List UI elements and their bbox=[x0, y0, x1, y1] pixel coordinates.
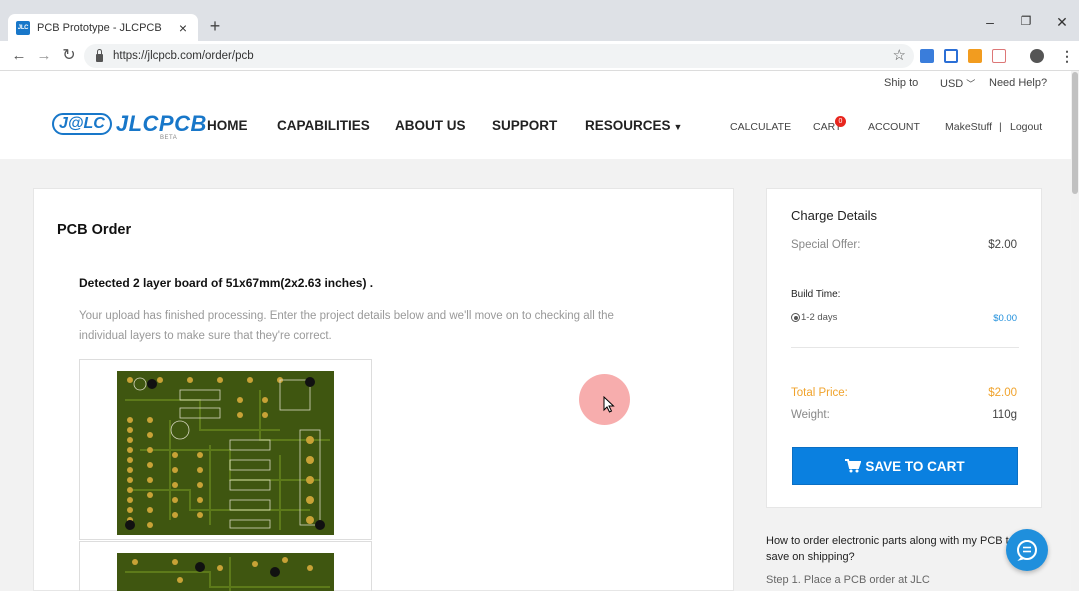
nav-support[interactable]: SUPPORT bbox=[492, 118, 557, 133]
special-offer-value: $2.00 bbox=[988, 239, 1017, 251]
account-link[interactable]: ACCOUNT bbox=[868, 121, 920, 133]
pcb-top-image bbox=[117, 371, 334, 535]
restore-icon[interactable]: ❐ bbox=[1016, 14, 1036, 28]
extension-tag-icon[interactable] bbox=[992, 49, 1006, 63]
charge-details-title: Charge Details bbox=[791, 208, 877, 223]
reload-icon[interactable]: ↻ bbox=[61, 47, 77, 65]
username-link[interactable]: MakeStuff bbox=[945, 121, 992, 133]
star-icon[interactable]: ☆ bbox=[893, 46, 906, 64]
pcb-top-preview bbox=[79, 359, 372, 540]
nav-about-us[interactable]: ABOUT US bbox=[395, 118, 466, 133]
weight-value: 110g bbox=[992, 409, 1017, 421]
upload-status-message: Your upload has finished processing. Ent… bbox=[79, 310, 614, 342]
logo-beta: BETA bbox=[160, 135, 178, 141]
build-time-radio[interactable] bbox=[791, 313, 800, 322]
page-title: PCB Order bbox=[57, 222, 132, 238]
back-arrow-icon[interactable]: ← bbox=[11, 47, 27, 65]
cart-count-badge: 0 bbox=[835, 116, 846, 127]
special-offer-label: Special Offer: bbox=[791, 239, 861, 251]
browser-toolbar: ← → ↻ https://jlcpcb.com/order/pcb ☆ ⋮ bbox=[0, 41, 1079, 71]
forward-arrow-icon[interactable]: → bbox=[36, 47, 52, 65]
pcb-bottom-preview bbox=[79, 541, 372, 591]
tab-close-icon[interactable]: × bbox=[176, 20, 190, 36]
extension-chart-icon[interactable] bbox=[920, 49, 934, 63]
tab-title: PCB Prototype - JLCPCB bbox=[37, 21, 162, 34]
window-close-icon[interactable]: ✕ bbox=[1052, 14, 1072, 31]
logo-badge: J@LC bbox=[52, 113, 112, 135]
extension-analytics-icon[interactable] bbox=[968, 49, 982, 63]
weight-label: Weight: bbox=[791, 409, 830, 421]
total-price-label: Total Price: bbox=[791, 387, 848, 399]
ship-to-link[interactable]: Ship to bbox=[884, 77, 918, 89]
nav-capabilities[interactable]: CAPABILITIES bbox=[277, 118, 370, 133]
separator: | bbox=[999, 121, 1002, 133]
faq-step-text: Step 1. Place a PCB order at JLC bbox=[766, 574, 930, 586]
total-price-value: $2.00 bbox=[988, 387, 1017, 399]
faq-question-link[interactable]: How to order electronic parts along with… bbox=[766, 533, 1016, 565]
mouse-cursor-icon bbox=[603, 396, 615, 413]
jlc-favicon-icon: JLC bbox=[16, 20, 30, 35]
nav-home[interactable]: HOME bbox=[207, 118, 248, 133]
nav-resources[interactable]: RESOURCES ▼ bbox=[585, 118, 682, 133]
build-time-price: $0.00 bbox=[993, 313, 1017, 324]
build-time-label: Build Time: bbox=[791, 289, 841, 300]
pcb-bottom-image bbox=[117, 553, 334, 591]
lock-icon bbox=[96, 48, 103, 62]
chevron-down-icon: ﹀ bbox=[966, 79, 976, 89]
url-text: https://jlcpcb.com/order/pcb bbox=[113, 50, 254, 62]
need-help-link[interactable]: Need Help? bbox=[989, 77, 1047, 89]
live-chat-button[interactable] bbox=[1006, 529, 1048, 571]
caret-down-icon: ▼ bbox=[673, 122, 683, 132]
divider bbox=[791, 347, 1019, 348]
minimize-icon[interactable]: – bbox=[980, 14, 1000, 30]
build-time-option-label: 1-2 days bbox=[801, 312, 838, 323]
save-to-cart-label: SAVE TO CART bbox=[865, 458, 965, 474]
logout-link[interactable]: Logout bbox=[1010, 121, 1042, 133]
nav-resources-label: RESOURCES bbox=[585, 118, 671, 133]
cart-icon bbox=[845, 459, 862, 473]
chat-icon bbox=[1017, 540, 1037, 561]
site-header: Ship to USD ﹀ Need Help? J@LC JLCPCB BETA… bbox=[0, 71, 1071, 159]
profile-avatar[interactable] bbox=[1030, 49, 1044, 63]
address-bar[interactable]: https://jlcpcb.com/order/pcb ☆ bbox=[84, 44, 914, 68]
browser-tab[interactable]: JLC PCB Prototype - JLCPCB × bbox=[8, 14, 198, 41]
jlcpcb-logo[interactable]: J@LC JLCPCB BETA bbox=[52, 111, 207, 141]
currency-selector[interactable]: USD ﹀ bbox=[940, 77, 975, 90]
calculate-link[interactable]: CALCULATE bbox=[730, 121, 791, 133]
kebab-menu-icon[interactable]: ⋮ bbox=[1060, 48, 1074, 65]
currency-label: USD bbox=[940, 78, 964, 90]
pcb-order-card: PCB Order Detected 2 layer board of 51x6… bbox=[33, 188, 734, 591]
extension-window-icon[interactable] bbox=[944, 49, 958, 63]
charge-details-card: Charge Details Special Offer: $2.00 Buil… bbox=[766, 188, 1042, 508]
browser-tab-bar: JLC PCB Prototype - JLCPCB × + – ❐ ✕ bbox=[0, 0, 1079, 41]
logo-text: JLCPCB bbox=[115, 111, 207, 136]
page-scrollbar-thumb[interactable] bbox=[1072, 72, 1078, 194]
save-to-cart-button[interactable]: SAVE TO CART bbox=[792, 447, 1018, 485]
new-tab-icon[interactable]: + bbox=[206, 16, 224, 37]
board-detected-text: Detected 2 layer board of 51x67mm(2x2.63… bbox=[79, 276, 374, 290]
build-time-option[interactable]: 1-2 days bbox=[791, 312, 837, 323]
